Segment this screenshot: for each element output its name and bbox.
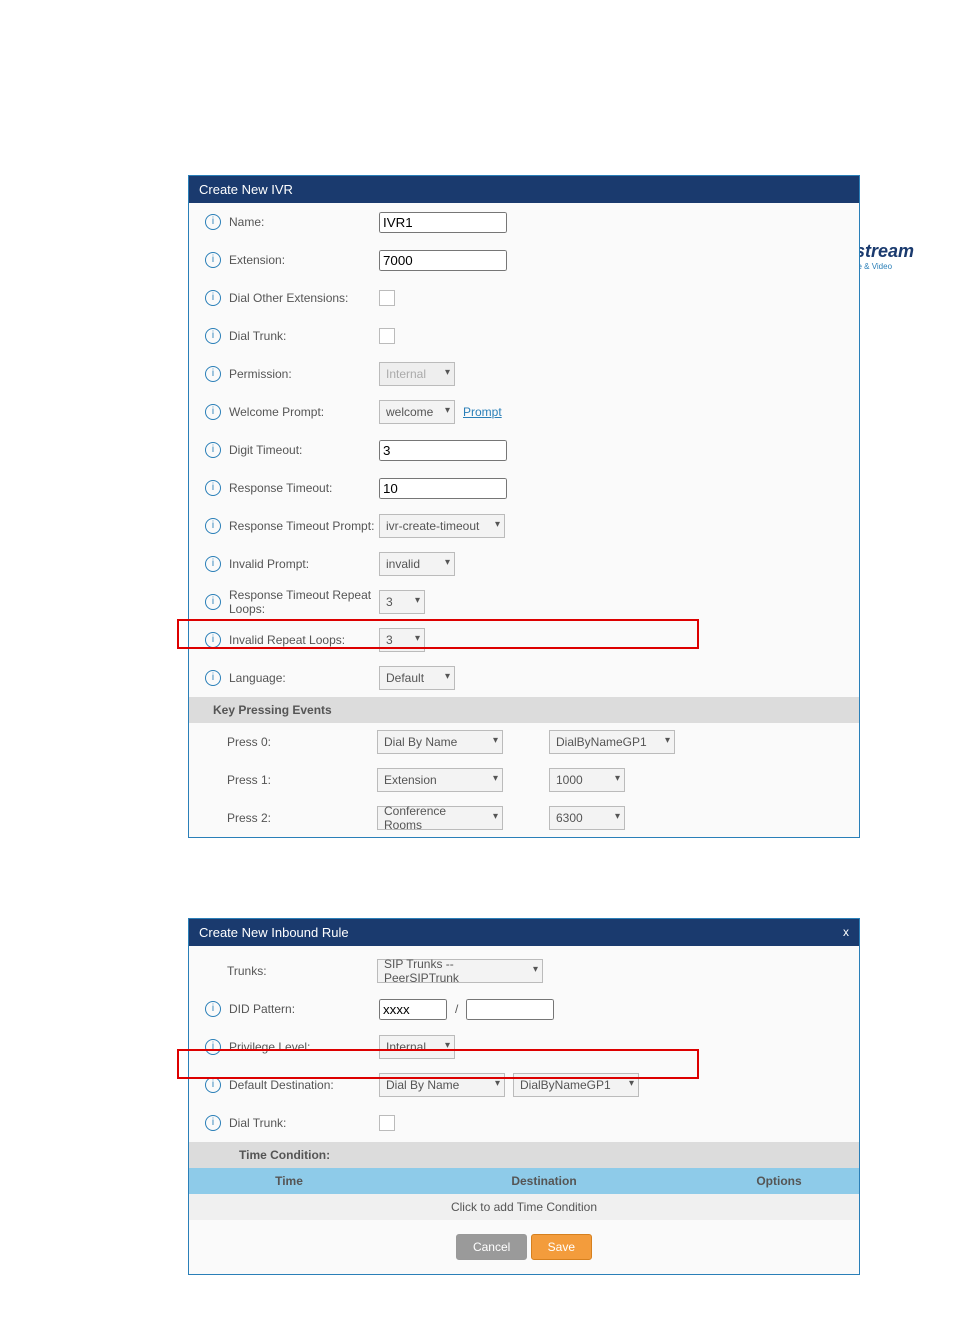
permission-select: Internal — [379, 362, 455, 386]
dial-trunk-label: Dial Trunk: — [229, 1116, 379, 1130]
response-timeout-input[interactable] — [379, 478, 507, 499]
info-icon[interactable]: i — [205, 670, 221, 686]
trunks-select[interactable]: SIP Trunks -- PeerSIPTrunk — [377, 959, 543, 983]
did-pattern-input-1[interactable] — [379, 999, 447, 1020]
did-pattern-label: DID Pattern: — [229, 1002, 379, 1016]
extension-label: Extension: — [229, 253, 379, 267]
tc-col-time: Time — [189, 1174, 389, 1188]
info-icon[interactable]: i — [205, 1039, 221, 1055]
privilege-select[interactable]: Internal — [379, 1035, 455, 1059]
info-icon[interactable]: i — [205, 290, 221, 306]
did-pattern-input-2[interactable] — [466, 999, 554, 1020]
press-2-target-select[interactable]: 6300 — [549, 806, 625, 830]
default-dest-label: Default Destination: — [229, 1078, 379, 1092]
press-0-label: Press 0: — [227, 735, 377, 749]
resp-to-loops-select[interactable]: 3 — [379, 590, 425, 614]
tc-col-options: Options — [699, 1174, 859, 1188]
dial-other-ext-checkbox[interactable] — [379, 290, 395, 306]
resp-to-prompt-select[interactable]: ivr-create-timeout — [379, 514, 505, 538]
default-dest-target-select[interactable]: DialByNameGP1 — [513, 1073, 639, 1097]
digit-timeout-label: Digit Timeout: — [229, 443, 379, 457]
add-time-condition-link[interactable]: Click to add Time Condition — [189, 1194, 859, 1220]
key-events-header: Key Pressing Events — [189, 697, 859, 723]
tc-col-destination: Destination — [389, 1174, 699, 1188]
extension-input[interactable] — [379, 250, 507, 271]
info-icon[interactable]: i — [205, 518, 221, 534]
invalid-loops-label: Invalid Repeat Loops: — [229, 633, 379, 647]
digit-timeout-input[interactable] — [379, 440, 507, 461]
info-icon[interactable]: i — [205, 1077, 221, 1093]
welcome-prompt-label: Welcome Prompt: — [229, 405, 379, 419]
info-icon[interactable]: i — [205, 594, 221, 610]
time-condition-header: Time Condition: — [189, 1142, 859, 1168]
press-2-action-select[interactable]: Conference Rooms — [377, 806, 503, 830]
resp-to-prompt-label: Response Timeout Prompt: — [229, 519, 379, 533]
info-icon[interactable]: i — [205, 404, 221, 420]
panel-title: Create New Inbound Rule x — [189, 919, 859, 946]
permission-label: Permission: — [229, 367, 379, 381]
press-1-target-select[interactable]: 1000 — [549, 768, 625, 792]
welcome-prompt-select[interactable]: welcome — [379, 400, 455, 424]
info-icon[interactable]: i — [205, 556, 221, 572]
info-icon[interactable]: i — [205, 632, 221, 648]
name-label: Name: — [229, 215, 379, 229]
close-icon[interactable]: x — [843, 925, 849, 939]
panel-title: Create New IVR — [189, 176, 859, 203]
create-inbound-rule-panel: Create New Inbound Rule x Trunks: SIP Tr… — [188, 918, 860, 1275]
prompt-link[interactable]: Prompt — [463, 405, 502, 419]
invalid-prompt-select[interactable]: invalid — [379, 552, 455, 576]
resp-to-loops-label: Response Timeout Repeat Loops: — [229, 588, 379, 616]
info-icon[interactable]: i — [205, 252, 221, 268]
time-condition-table: Time Destination Options Click to add Ti… — [189, 1168, 859, 1220]
info-icon[interactable]: i — [205, 480, 221, 496]
dial-trunk-checkbox[interactable] — [379, 328, 395, 344]
info-icon[interactable]: i — [205, 442, 221, 458]
create-ivr-panel: Create New IVR i Name: i Extension: i Di… — [188, 175, 860, 838]
language-select[interactable]: Default — [379, 666, 455, 690]
cancel-button[interactable]: Cancel — [456, 1234, 527, 1260]
default-dest-action-select[interactable]: Dial By Name — [379, 1073, 505, 1097]
dial-trunk-checkbox[interactable] — [379, 1115, 395, 1131]
trunks-label: Trunks: — [227, 964, 377, 978]
info-icon[interactable]: i — [205, 1115, 221, 1131]
press-0-target-select[interactable]: DialByNameGP1 — [549, 730, 675, 754]
invalid-prompt-label: Invalid Prompt: — [229, 557, 379, 571]
language-label: Language: — [229, 671, 379, 685]
info-icon[interactable]: i — [205, 328, 221, 344]
press-2-label: Press 2: — [227, 811, 377, 825]
response-timeout-label: Response Timeout: — [229, 481, 379, 495]
info-icon[interactable]: i — [205, 366, 221, 382]
dial-trunk-label: Dial Trunk: — [229, 329, 379, 343]
name-input[interactable] — [379, 212, 507, 233]
press-1-label: Press 1: — [227, 773, 377, 787]
press-1-action-select[interactable]: Extension — [377, 768, 503, 792]
dial-other-ext-label: Dial Other Extensions: — [229, 291, 379, 305]
privilege-label: Privilege Level: — [229, 1040, 379, 1054]
info-icon[interactable]: i — [205, 214, 221, 230]
invalid-loops-select[interactable]: 3 — [379, 628, 425, 652]
press-0-action-select[interactable]: Dial By Name — [377, 730, 503, 754]
did-pattern-sep: / — [455, 1002, 458, 1016]
save-button[interactable]: Save — [531, 1234, 592, 1260]
info-icon[interactable]: i — [205, 1001, 221, 1017]
